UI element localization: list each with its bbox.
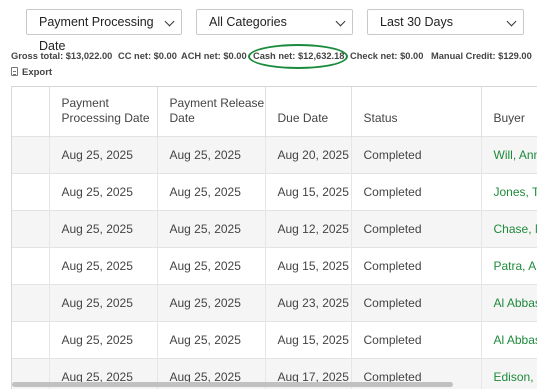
buyer-link[interactable]: Will, Anna [481,135,537,173]
table-header-row: Payment Processing Date Payment Release … [12,87,537,136]
header-payment-processing-date[interactable]: Payment Processing Date [49,87,158,136]
table-row[interactable]: Aug 25, 2025 Aug 25, 2025 Aug 15, 2025 Comp… [12,246,537,284]
date-type-value: Payment Processing Date [39,15,154,53]
due-date-cell: Aug 15, 2025 [265,320,352,358]
processing-date-cell: Aug 25, 2025 [49,246,158,284]
status-cell: Completed [351,135,482,173]
status-cell: Completed [351,246,482,284]
select-column-header [12,87,50,136]
buyer-link[interactable]: Al Abbas, [481,283,537,321]
buyer-link[interactable]: Edison, Cl [481,357,537,389]
cash-net-highlight-circle [248,44,348,69]
payments-table: Payment Processing Date Payment Release … [11,86,537,389]
release-date-cell: Aug 25, 2025 [157,283,266,321]
processing-date-cell: Aug 25, 2025 [49,172,158,210]
check-net: Check net: $0.00 [350,51,424,61]
manual-credit: Manual Credit: $129.00 [431,51,532,61]
processing-date-cell: Aug 25, 2025 [49,320,158,358]
release-date-cell: Aug 25, 2025 [157,320,266,358]
export-label: Export [22,67,53,78]
header-due-date[interactable]: Due Date [265,87,352,136]
export-button[interactable]: Export [11,67,52,79]
processing-date-cell: Aug 25, 2025 [49,209,158,247]
buyer-link[interactable]: Chase, Na [481,209,537,247]
due-date-cell: Aug 15, 2025 [265,172,352,210]
gross-total: Gross total: $13,022.00 [11,51,113,61]
category-select[interactable]: All Categories [196,9,353,35]
row-select-cell [12,246,50,284]
table-row[interactable]: Aug 25, 2025 Aug 25, 2025 Aug 15, 2025 Comp… [12,320,537,358]
buyer-link[interactable]: Patra, Ant [481,246,537,284]
date-range-value: Last 30 Days [380,15,453,29]
table-row[interactable]: Aug 25, 2025 Aug 25, 2025 Aug 20, 2025 Comp… [12,135,537,173]
processing-date-cell: Aug 25, 2025 [49,283,158,321]
table-row[interactable]: Aug 25, 2025 Aug 25, 2025 Aug 23, 2025 Comp… [12,283,537,321]
table-row[interactable]: Aug 25, 2025 Aug 25, 2025 Aug 12, 2025 Comp… [12,209,537,247]
ach-net: ACH net: $0.00 [181,51,247,61]
status-cell: Completed [351,283,482,321]
buyer-link[interactable]: Al Abbas, [481,320,537,358]
release-date-cell: Aug 25, 2025 [157,246,266,284]
date-type-select[interactable]: Payment Processing Date [26,9,182,53]
row-select-cell [12,135,50,173]
category-value: All Categories [209,15,287,29]
chevron-down-icon [164,16,175,27]
release-date-cell: Aug 25, 2025 [157,135,266,173]
chevron-down-icon [506,16,517,27]
document-icon [11,67,18,76]
row-select-cell [12,172,50,210]
table-row[interactable]: Aug 25, 2025 Aug 25, 2025 Aug 15, 2025 Comp… [12,172,537,210]
header-buyer[interactable]: Buyer [481,87,537,136]
due-date-cell: Aug 23, 2025 [265,283,352,321]
row-select-cell [12,209,50,247]
chevron-down-icon [335,16,346,27]
status-cell: Completed [351,209,482,247]
buyer-link[interactable]: Jones, Tim [481,172,537,210]
due-date-cell: Aug 15, 2025 [265,246,352,284]
row-select-cell [12,320,50,358]
status-cell: Completed [351,172,482,210]
status-cell: Completed [351,320,482,358]
date-range-select[interactable]: Last 30 Days [367,9,524,35]
totals-summary: Gross total: $13,022.00 CC net: $0.00 AC… [11,44,537,69]
filter-bar: Payment Processing Date All Categories L… [0,9,537,53]
release-date-cell: Aug 25, 2025 [157,172,266,210]
due-date-cell: Aug 12, 2025 [265,209,352,247]
row-select-cell [12,283,50,321]
processing-date-cell: Aug 25, 2025 [49,135,158,173]
header-payment-release-date[interactable]: Payment Release Date [157,87,266,136]
due-date-cell: Aug 20, 2025 [265,135,352,173]
cc-net: CC net: $0.00 [118,51,177,61]
header-status[interactable]: Status [351,87,482,136]
release-date-cell: Aug 25, 2025 [157,209,266,247]
horizontal-scrollbar[interactable] [12,382,453,387]
